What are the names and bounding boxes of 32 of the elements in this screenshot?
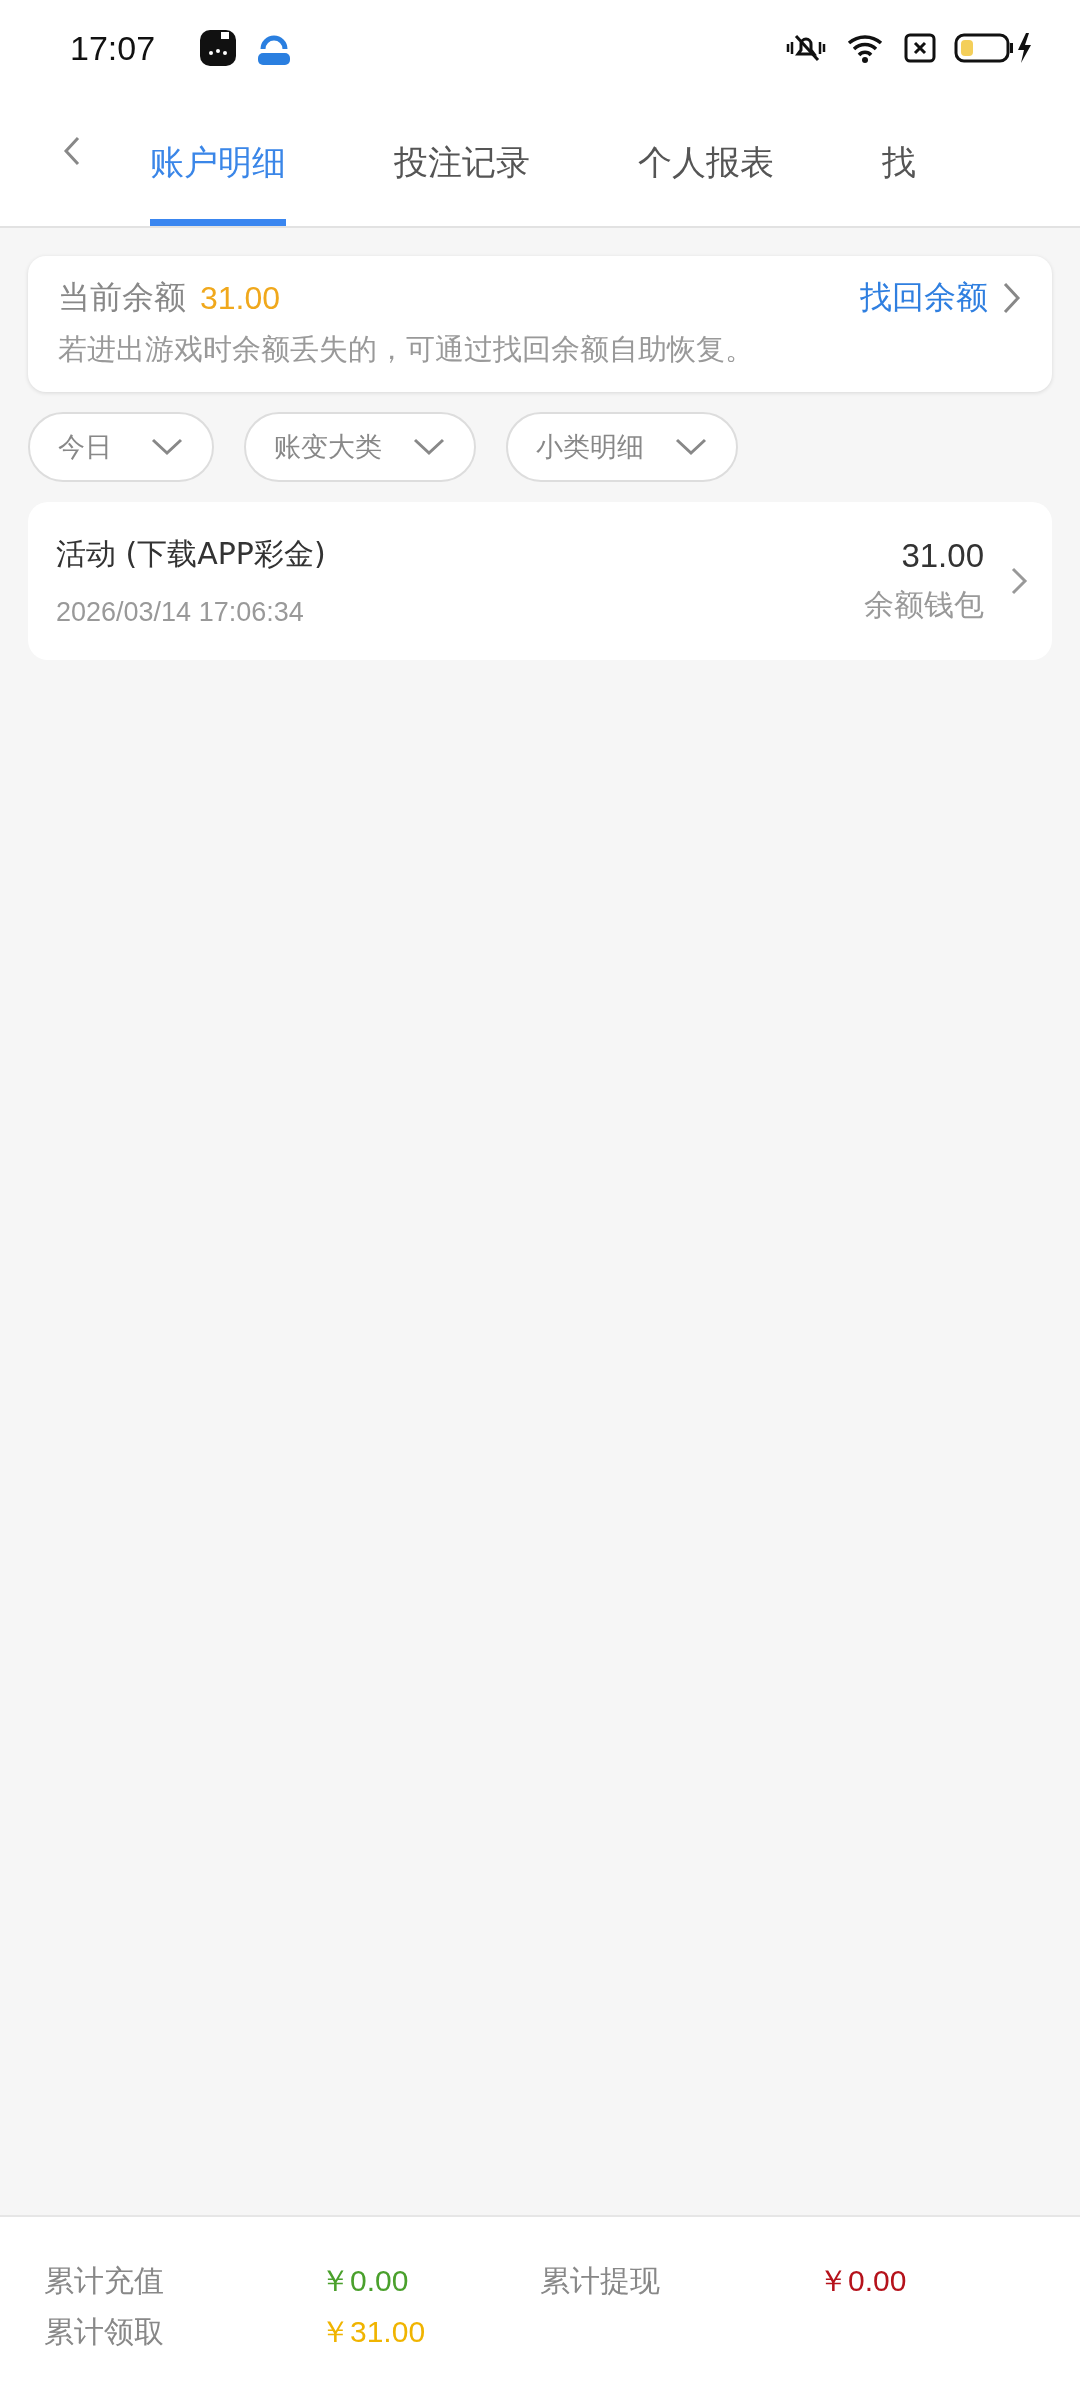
summary-value: ￥31.00 — [320, 2314, 427, 2350]
tab[interactable]: 账户明细 — [150, 96, 286, 226]
filter-dropdown[interactable]: 今日 — [28, 412, 214, 482]
summary-value: ￥0.00 — [818, 2263, 908, 2299]
filter-dropdown[interactable]: 账变大类 — [244, 412, 476, 482]
record-time: 2026/03/14 17:06:34 — [56, 597, 305, 628]
back-icon[interactable] — [62, 135, 82, 167]
filter-dropdown[interactable]: 小类明细 — [506, 412, 738, 482]
summary-label: 累计充值 — [44, 2262, 165, 2300]
record-title: 活动 (下载APP彩金) — [56, 535, 327, 573]
sim-x-icon — [904, 33, 936, 63]
app-icon — [199, 29, 238, 67]
record-wallet: 余额钱包 — [864, 585, 984, 624]
summary-label: 累计领取 — [44, 2313, 165, 2351]
balance-label: 当前余额 — [58, 277, 186, 318]
balance-note: 若进出游戏时余额丢失的，可通过找回余额自助恢复。 — [58, 331, 755, 368]
recover-balance-link[interactable]: 找回余额 — [860, 276, 988, 320]
chevron-right-icon[interactable] — [1002, 281, 1022, 315]
chevron-right-icon — [1010, 566, 1028, 596]
chevron-down-icon — [412, 437, 446, 457]
status-time: 17:07 — [70, 28, 156, 68]
summary-value: ￥0.00 — [320, 2263, 410, 2299]
summary-label: 累计提现 — [540, 2262, 661, 2300]
record-amount: 31.00 — [900, 536, 984, 575]
chevron-down-icon — [674, 437, 708, 457]
balance-amount: 31.00 — [200, 279, 281, 317]
tab[interactable]: 投注记录 — [394, 96, 530, 226]
tab[interactable]: 找 — [882, 96, 916, 226]
tab[interactable]: 个人报表 — [638, 96, 774, 226]
chevron-down-icon — [150, 437, 184, 457]
mute-bell-icon — [784, 32, 828, 64]
record-card[interactable]: 活动 (下载APP彩金) 2026/03/14 17:06:34 31.00 余额钱包 — [28, 502, 1052, 660]
